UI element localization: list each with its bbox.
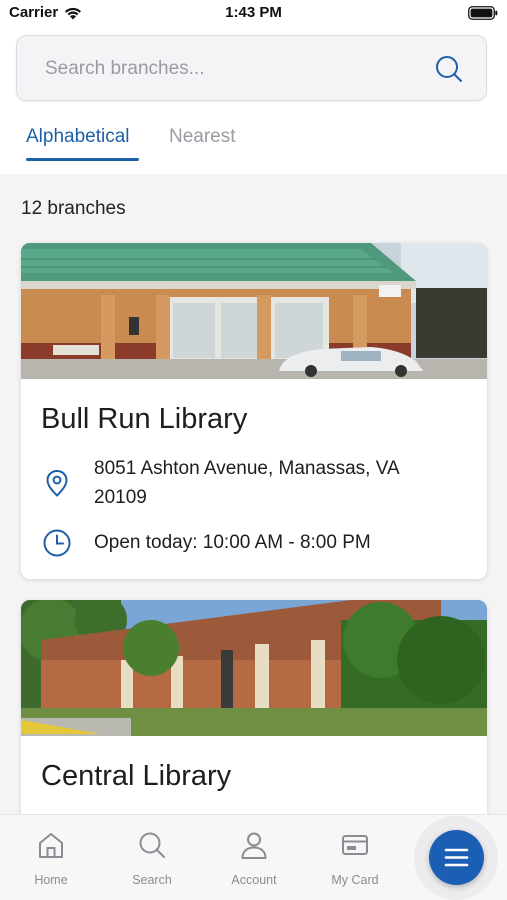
location-pin-icon xyxy=(46,469,68,497)
active-tab-indicator xyxy=(26,158,139,161)
user-icon xyxy=(241,832,267,859)
search-input[interactable] xyxy=(45,52,425,86)
nav-home[interactable]: Home xyxy=(11,829,91,887)
nav-search-label: Search xyxy=(132,873,172,887)
branch-hours: Open today: 10:00 AM - 8:00 PM xyxy=(94,532,371,553)
tab-nearest[interactable]: Nearest xyxy=(169,126,236,148)
search-icon xyxy=(139,832,165,858)
nav-account[interactable]: Account xyxy=(214,829,294,887)
card-icon xyxy=(342,835,368,855)
sort-tabs: Alphabetical Nearest xyxy=(0,116,507,162)
nav-my-card[interactable]: My Card xyxy=(315,829,395,887)
header-area: Carrier 1:43 PM Alphabetical Nearest xyxy=(0,0,507,174)
branch-photo xyxy=(21,600,487,736)
clock-icon xyxy=(43,529,71,557)
home-icon xyxy=(39,833,63,858)
search-icon[interactable] xyxy=(434,54,464,84)
status-bar: Carrier 1:43 PM xyxy=(0,0,507,28)
battery-icon xyxy=(468,6,498,20)
nav-search[interactable]: Search xyxy=(112,829,192,887)
branch-name: Central Library xyxy=(41,760,232,792)
nav-home-label: Home xyxy=(34,873,68,887)
nav-my-card-label: My Card xyxy=(331,873,379,887)
search-bar[interactable] xyxy=(16,35,487,101)
nav-account-label: Account xyxy=(231,873,277,887)
menu-button[interactable] xyxy=(429,830,484,885)
clock: 1:43 PM xyxy=(225,4,282,21)
branch-card[interactable]: Bull Run Library 8051 Ashton Avenue, Man… xyxy=(21,243,487,579)
branch-name: Bull Run Library xyxy=(41,403,248,435)
branch-count: 12 branches xyxy=(21,198,126,219)
tab-alphabetical[interactable]: Alphabetical xyxy=(26,126,130,148)
menu-icon xyxy=(444,848,469,867)
branch-card[interactable]: Central Library xyxy=(21,600,487,840)
branch-photo xyxy=(21,243,487,379)
branch-address[interactable]: 8051 Ashton Avenue, Manassas, VA 20109 xyxy=(94,454,454,512)
